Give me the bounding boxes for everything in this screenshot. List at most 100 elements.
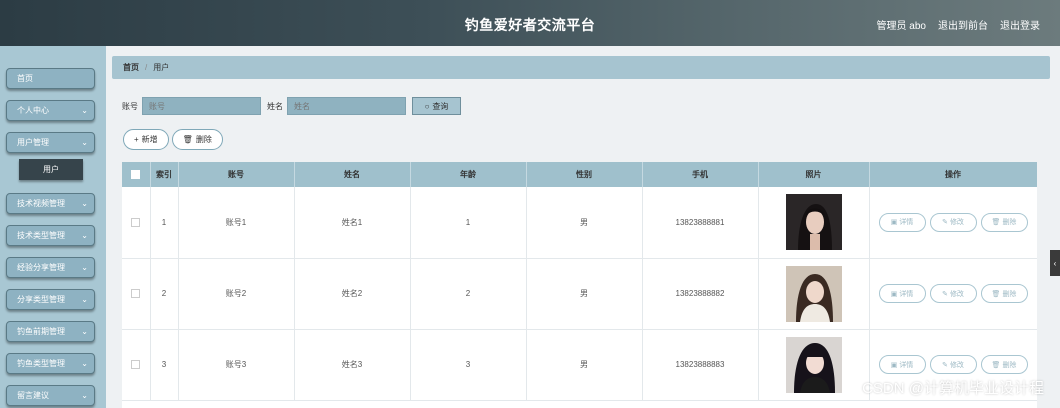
sidebar-item-label: 首页 <box>17 74 33 83</box>
sidebar-item-fishing-types[interactable]: 钓鱼类型管理 ⌄ <box>6 353 95 374</box>
row-checkbox[interactable] <box>122 329 151 401</box>
edit-button[interactable]: ✎ 修改 <box>929 355 977 374</box>
cell-age: 2 <box>410 258 527 330</box>
collapse-handle[interactable]: ‹ <box>1050 250 1060 276</box>
table-row: 2 账号2 姓名2 2 男 13823888882 ▣ 详情 ✎ 修改 🗑 删除 <box>122 258 1037 330</box>
name-label: 姓名 <box>267 101 283 111</box>
row-delete-button[interactable]: 🗑 删除 <box>980 284 1028 303</box>
cell-index: 1 <box>150 187 179 259</box>
sidebar-item-share-types[interactable]: 分享类型管理 ⌄ <box>6 289 95 310</box>
chevron-left-icon: ‹ <box>1053 258 1057 268</box>
table-row: 1 账号1 姓名1 1 男 13823888881 ▣ 详情 ✎ 修改 🗑 删除 <box>122 187 1037 259</box>
detail-icon: ▣ <box>890 219 898 227</box>
sidebar-item-personal[interactable]: 个人中心 ⌄ <box>6 100 95 121</box>
chevron-down-icon: ⌄ <box>81 263 88 272</box>
column-header[interactable]: 账号 <box>178 162 295 187</box>
search-button[interactable]: ○ 查询 <box>412 97 461 115</box>
edit-button[interactable]: ✎ 修改 <box>929 212 977 232</box>
user-table: 索引 账号 姓名 年龄 性别 手机 照片 操作 1 账号1 姓名1 1 男 13… <box>122 162 1037 408</box>
trash-icon: 🗑 <box>991 290 1001 298</box>
trash-icon: 🗑 <box>991 361 1001 369</box>
sidebar-subitem-user[interactable]: 用户 <box>19 159 83 180</box>
trash-icon: 🗑 <box>991 219 1001 227</box>
chevron-down-icon: ⌄ <box>81 106 88 115</box>
sidebar-item-messages[interactable]: 留言建议 ⌄ <box>6 385 95 406</box>
cell-age: 1 <box>410 187 527 259</box>
column-header: 年龄 <box>410 162 527 187</box>
sidebar-item-label: 留言建议 <box>17 391 49 400</box>
column-header: 操作 <box>869 162 1037 187</box>
chevron-down-icon: ⌄ <box>81 138 88 147</box>
breadcrumb-current: 用户 <box>153 63 170 72</box>
search-bar: 账号 姓名 ○ 查询 <box>122 97 461 115</box>
add-button[interactable]: + 新增 <box>123 129 169 150</box>
detail-button[interactable]: ▣ 详情 <box>878 284 926 303</box>
user-photo <box>785 194 842 251</box>
sidebar-item-fishing-prep[interactable]: 钓鱼前期管理 ⌄ <box>6 321 95 342</box>
breadcrumb-home[interactable]: 首页 <box>123 63 139 72</box>
front-link[interactable]: 退出到前台 <box>938 17 988 32</box>
cell-name: 姓名2 <box>294 258 411 330</box>
sidebar-item-label: 经验分享管理 <box>17 263 65 272</box>
select-all-checkbox[interactable] <box>122 162 151 187</box>
edit-icon: ✎ <box>942 361 948 369</box>
row-checkbox[interactable] <box>122 258 151 330</box>
column-header: 性别 <box>526 162 643 187</box>
breadcrumb: 首页 / 用户 <box>112 56 1050 79</box>
sidebar-item-label: 用户管理 <box>17 138 49 147</box>
row-delete-button[interactable]: 🗑 删除 <box>980 355 1028 374</box>
sidebar-item-label: 个人中心 <box>17 106 49 115</box>
logout-link[interactable]: 退出登录 <box>1000 17 1040 32</box>
sidebar-item-label: 分享类型管理 <box>17 295 65 304</box>
action-bar: + 新增 🗑 删除 <box>123 129 223 150</box>
sidebar-item-videos[interactable]: 技术视频管理 ⌄ <box>6 193 95 214</box>
row-delete-button[interactable]: 🗑 删除 <box>980 212 1028 232</box>
cell-name: 姓名3 <box>294 329 411 401</box>
chevron-down-icon: ⌄ <box>81 199 88 208</box>
edit-button[interactable]: ✎ 修改 <box>929 284 977 303</box>
account-input[interactable] <box>142 97 261 115</box>
sidebar-item-label: 技术类型管理 <box>17 231 65 240</box>
header-links: 管理员 abo 退出到前台 退出登录 <box>877 17 1040 32</box>
cell-index: 3 <box>150 329 179 401</box>
cell-account: 账号1 <box>178 187 295 259</box>
cell-account: 账号2 <box>178 258 295 330</box>
trash-icon: 🗑 <box>182 135 193 144</box>
chevron-down-icon: ⌄ <box>81 231 88 240</box>
cell-name: 姓名1 <box>294 187 411 259</box>
search-icon: ○ <box>424 101 430 111</box>
delete-button[interactable]: 🗑 删除 <box>171 129 223 150</box>
add-button-label: 新增 <box>141 135 158 144</box>
cell-phone: 13823888882 <box>642 258 759 330</box>
chevron-down-icon: ⌄ <box>81 359 88 368</box>
sidebar-item-tech-types[interactable]: 技术类型管理 ⌄ <box>6 225 95 246</box>
cell-phone: 13823888881 <box>642 187 759 259</box>
sidebar-item-experience[interactable]: 经验分享管理 ⌄ <box>6 257 95 278</box>
cell-operations: ▣ 详情 ✎ 修改 🗑 删除 <box>869 187 1037 259</box>
sidebar-item-home[interactable]: 首页 <box>6 68 95 89</box>
sidebar-item-users[interactable]: 用户管理 ⌄ <box>6 132 95 153</box>
name-input[interactable] <box>287 97 406 115</box>
search-button-label: 查询 <box>432 101 449 111</box>
chevron-down-icon: ⌄ <box>81 391 88 400</box>
cell-phone: 13823888883 <box>642 329 759 401</box>
row-checkbox[interactable] <box>122 187 151 259</box>
edit-icon: ✎ <box>942 290 948 298</box>
edit-icon: ✎ <box>942 219 948 227</box>
watermark: CSDN @计算机毕业设计程 <box>862 380 1044 397</box>
user-photo <box>785 336 842 393</box>
breadcrumb-separator: / <box>145 63 148 72</box>
account-label: 账号 <box>122 101 138 111</box>
column-header: 索引 <box>150 162 179 187</box>
top-header: 钓鱼爱好者交流平台 管理员 abo 退出到前台 退出登录 <box>0 0 1060 46</box>
sidebar-item-label: 技术视频管理 <box>17 199 65 208</box>
detail-button[interactable]: ▣ 详情 <box>878 355 926 374</box>
column-header: 照片 <box>758 162 870 187</box>
detail-icon: ▣ <box>890 361 898 369</box>
sidebar-item-label: 钓鱼前期管理 <box>17 327 65 336</box>
cell-gender: 男 <box>526 329 643 401</box>
column-header: 姓名 <box>294 162 411 187</box>
detail-button[interactable]: ▣ 详情 <box>878 212 926 232</box>
column-header: 手机 <box>642 162 759 187</box>
cell-operations: ▣ 详情 ✎ 修改 🗑 删除 <box>869 258 1037 330</box>
